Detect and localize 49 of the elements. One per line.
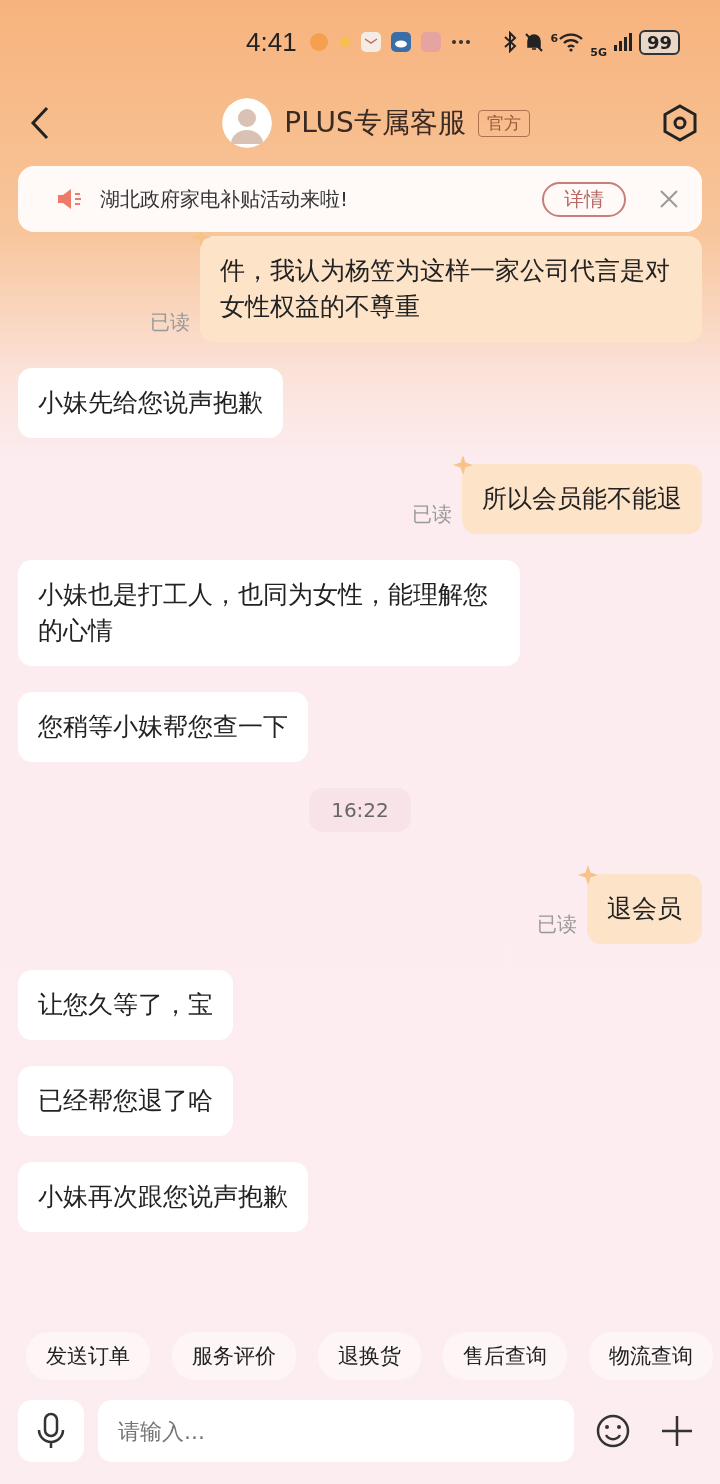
voice-button[interactable] bbox=[18, 1400, 84, 1462]
quick-action-chip[interactable]: 售后查询 bbox=[443, 1332, 567, 1380]
read-receipt: 已读 bbox=[537, 911, 577, 938]
signal-icon bbox=[612, 32, 633, 52]
details-button[interactable]: 详情 bbox=[542, 181, 626, 217]
message-input[interactable]: 请输入... bbox=[98, 1400, 574, 1462]
speaker-icon bbox=[56, 187, 84, 211]
back-button[interactable] bbox=[30, 106, 50, 140]
read-receipt: 已读 bbox=[412, 501, 452, 528]
timestamp: 16:22 bbox=[309, 788, 411, 832]
wifi-label: 6 bbox=[550, 32, 559, 45]
received-message: 小妹再次跟您说声抱歉 bbox=[18, 1162, 308, 1232]
network-type: 5G bbox=[590, 45, 607, 59]
received-message: 小妹也是打工人，也同为女性，能理解您的心情 bbox=[18, 560, 520, 666]
settings-button[interactable] bbox=[662, 104, 698, 142]
notice-text: 湖北政府家电补贴活动来啦! bbox=[100, 185, 350, 213]
star-icon bbox=[577, 864, 599, 886]
smiley-icon bbox=[596, 1414, 630, 1448]
official-badge: 官方 bbox=[477, 109, 530, 137]
avatar bbox=[222, 98, 273, 148]
app-notification-icon bbox=[308, 32, 329, 52]
microphone-icon bbox=[36, 1412, 66, 1450]
quick-action-chip[interactable]: 服务评价 bbox=[172, 1332, 296, 1380]
close-button[interactable] bbox=[660, 190, 678, 208]
app-notification-icon bbox=[338, 36, 351, 48]
quick-action-chip[interactable]: 发送订单 bbox=[26, 1332, 150, 1380]
star-icon bbox=[190, 232, 212, 248]
cloud-notification-icon bbox=[390, 32, 411, 52]
mute-bell-icon bbox=[522, 31, 545, 53]
sent-message: 件，我认为杨笠为这样一家公司代言是对女性权益的不尊重 bbox=[200, 236, 702, 342]
quick-action-chip[interactable]: 退换货 bbox=[318, 1332, 421, 1380]
read-receipt: 已读 bbox=[150, 309, 190, 336]
received-message: 您稍等小妹帮您查一下 bbox=[18, 692, 308, 762]
sent-message: 所以会员能不能退 bbox=[462, 464, 702, 534]
wifi-icon bbox=[558, 32, 585, 52]
more-dots-icon bbox=[450, 39, 471, 45]
sent-message: 退会员 bbox=[587, 874, 702, 944]
status-time: 4:41 bbox=[246, 26, 297, 58]
mail-notification-icon bbox=[360, 32, 381, 52]
battery-level: 99 bbox=[638, 29, 680, 55]
star-icon bbox=[452, 454, 474, 476]
received-message: 小妹先给您说声抱歉 bbox=[18, 368, 283, 438]
quick-action-chip[interactable]: 物流查询 bbox=[589, 1332, 713, 1380]
bluetooth-icon bbox=[502, 31, 517, 53]
app-notification-icon bbox=[420, 32, 441, 52]
chat-title: PLUS专属客服 bbox=[284, 105, 466, 141]
received-message: 已经帮您退了哈 bbox=[18, 1066, 233, 1136]
plus-icon bbox=[660, 1414, 694, 1448]
received-message: 让您久等了，宝 bbox=[18, 970, 233, 1040]
